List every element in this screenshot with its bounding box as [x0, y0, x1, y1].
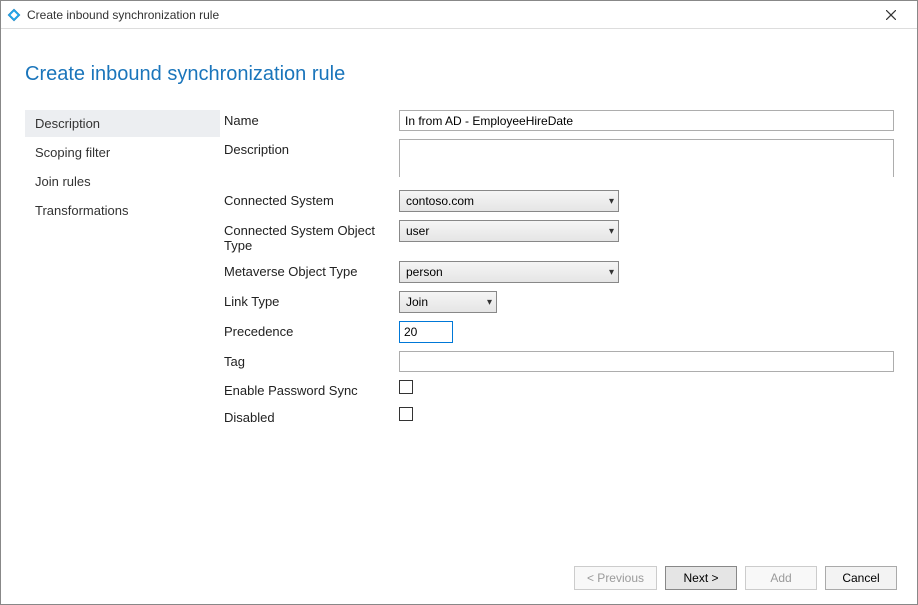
connected-system-select[interactable]: contoso.com ▾: [399, 190, 619, 212]
precedence-input[interactable]: [399, 321, 453, 343]
description-label: Description: [224, 139, 399, 157]
close-button[interactable]: [871, 1, 911, 29]
cs-object-type-select[interactable]: user ▾: [399, 220, 619, 242]
select-value: user: [406, 224, 429, 238]
page-title: Create inbound synchronization rule: [25, 63, 893, 86]
form-area: Name Description Connected System contos…: [224, 110, 894, 434]
add-button[interactable]: Add: [745, 566, 817, 590]
cs-object-type-label: Connected System Object Type: [224, 220, 399, 253]
enable-password-sync-checkbox[interactable]: [399, 380, 413, 394]
description-input[interactable]: [399, 139, 894, 177]
title-bar: Create inbound synchronization rule: [1, 1, 917, 29]
sidebar-item-description[interactable]: Description: [25, 110, 220, 137]
sidebar-item-transformations[interactable]: Transformations: [25, 197, 220, 224]
sidebar-item-join-rules[interactable]: Join rules: [25, 168, 220, 195]
sidebar-item-label: Description: [35, 116, 100, 131]
mv-object-type-select[interactable]: person ▾: [399, 261, 619, 283]
sidebar-item-label: Scoping filter: [35, 145, 110, 160]
chevron-down-icon: ▾: [487, 297, 492, 308]
previous-button[interactable]: < Previous: [574, 566, 657, 590]
sidebar-item-label: Transformations: [35, 203, 128, 218]
link-type-label: Link Type: [224, 291, 399, 309]
name-input[interactable]: [399, 110, 894, 131]
disabled-label: Disabled: [224, 407, 399, 425]
close-icon: [886, 10, 896, 20]
app-icon: [7, 8, 21, 22]
select-value: person: [406, 265, 443, 279]
enable-password-sync-label: Enable Password Sync: [224, 380, 399, 398]
chevron-down-icon: ▾: [609, 196, 614, 207]
dialog-content: Create inbound synchronization rule Desc…: [1, 29, 917, 552]
select-value: Join: [406, 295, 428, 309]
mv-object-type-label: Metaverse Object Type: [224, 261, 399, 279]
precedence-label: Precedence: [224, 321, 399, 339]
chevron-down-icon: ▾: [609, 226, 614, 237]
dialog-window: Create inbound synchronization rule Crea…: [0, 0, 918, 605]
cancel-button[interactable]: Cancel: [825, 566, 897, 590]
name-label: Name: [224, 110, 399, 128]
sidebar-item-label: Join rules: [35, 174, 91, 189]
link-type-select[interactable]: Join ▾: [399, 291, 497, 313]
button-bar: < Previous Next > Add Cancel: [1, 552, 917, 604]
sidebar-item-scoping-filter[interactable]: Scoping filter: [25, 139, 220, 166]
window-title: Create inbound synchronization rule: [27, 8, 219, 22]
chevron-down-icon: ▾: [609, 267, 614, 278]
wizard-sidebar: Description Scoping filter Join rules Tr…: [25, 110, 220, 434]
tag-label: Tag: [224, 351, 399, 369]
tag-input[interactable]: [399, 351, 894, 372]
connected-system-label: Connected System: [224, 190, 399, 208]
disabled-checkbox[interactable]: [399, 407, 413, 421]
select-value: contoso.com: [406, 194, 474, 208]
next-button[interactable]: Next >: [665, 566, 737, 590]
